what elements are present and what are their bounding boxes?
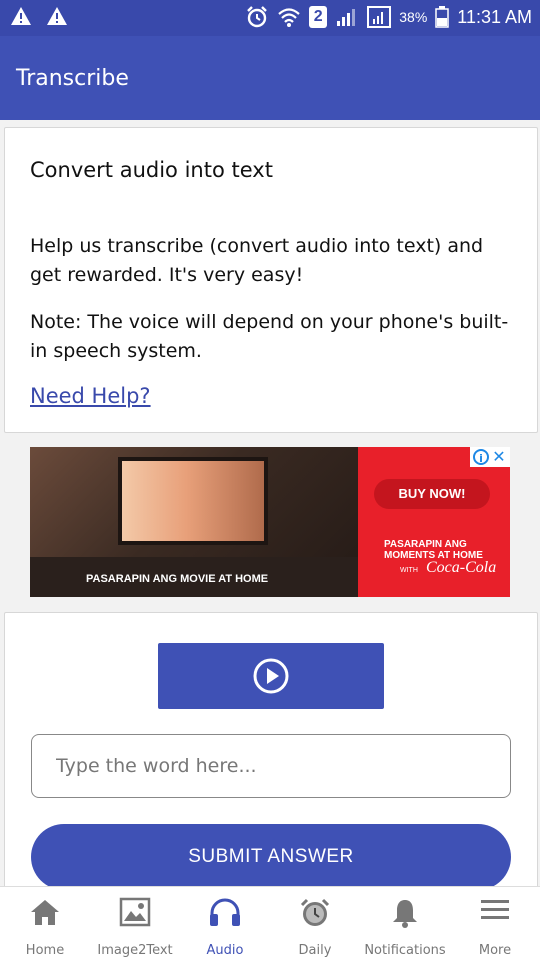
headphones-icon (210, 898, 240, 926)
ad-brand-logo: Coca-Cola (426, 559, 497, 576)
warning-icon (47, 7, 67, 25)
image-icon (119, 897, 151, 927)
bell-icon (393, 900, 417, 928)
ad-with-text: WITH (400, 567, 418, 574)
status-bar: 2 38% 11:31 AM (0, 0, 540, 36)
ad-buy-now-button[interactable]: BUY NOW! (374, 479, 490, 509)
need-help-link[interactable]: Need Help? (30, 384, 151, 408)
clock: 11:31 AM (457, 6, 532, 27)
nav-label-notifications: Notifications (364, 943, 446, 958)
signal-icon (337, 9, 356, 26)
signal-box-icon (367, 6, 392, 28)
sim-indicator: 2 (309, 6, 328, 28)
ad-tagline-line1: PASARAPIN ANG (384, 539, 467, 550)
nav-item-home[interactable]: Home (0, 887, 90, 961)
ad-caption: PASARAPIN ANG MOVIE AT HOME (86, 573, 269, 585)
menu-icon (481, 900, 509, 919)
nav-label-home: Home (25, 943, 65, 958)
intro-card: Convert audio into text Help us transcri… (4, 127, 538, 433)
ad-info-icon[interactable]: i (473, 449, 489, 465)
ad-banner[interactable]: PASARAPIN ANG MOVIE AT HOME BUY NOW! PAS… (30, 447, 510, 597)
alarm-clock-icon (300, 898, 330, 926)
play-audio-button[interactable] (158, 643, 384, 709)
battery-icon (435, 6, 450, 28)
alarm-icon (247, 6, 268, 28)
intro-note: Note: The voice will depend on your phon… (30, 311, 509, 362)
word-input[interactable] (31, 734, 511, 798)
submit-answer-button[interactable]: SUBMIT ANSWER (31, 824, 511, 890)
nav-item-more[interactable]: More (450, 887, 540, 961)
page-title: Transcribe (16, 66, 129, 91)
nav-item-image2text[interactable]: Image2Text (90, 887, 180, 961)
nav-label-more: More (478, 943, 512, 958)
nav-item-notifications[interactable]: Notifications (360, 887, 450, 961)
nav-item-audio[interactable]: Audio (180, 887, 270, 961)
warning-icon (11, 7, 31, 25)
status-left (10, 6, 68, 26)
ad-tagline: PASARAPIN ANG MOMENTS AT HOME (384, 539, 483, 561)
app-bar: Transcribe (0, 36, 540, 120)
answer-card: SUBMIT ANSWER (4, 612, 538, 914)
status-right: 2 38% 11:31 AM (245, 5, 532, 29)
nav-label-image2text: Image2Text (97, 943, 173, 958)
bottom-nav: Home Image2Text Audio Daily Notification… (0, 886, 540, 961)
play-circle-icon (253, 658, 289, 694)
ad-tv-image (118, 457, 268, 545)
nav-label-daily: Daily (298, 943, 332, 958)
ad-controls: i ✕ (470, 447, 510, 467)
wifi-icon (278, 8, 300, 27)
nav-item-daily[interactable]: Daily (270, 887, 360, 961)
battery-percent: 38% (399, 9, 428, 25)
intro-title: Convert audio into text (30, 158, 273, 182)
home-icon (31, 900, 59, 925)
ad-photo: PASARAPIN ANG MOVIE AT HOME (30, 447, 360, 597)
intro-body: Help us transcribe (convert audio into t… (30, 235, 484, 286)
nav-label-audio: Audio (206, 943, 244, 958)
ad-close-icon[interactable]: ✕ (491, 449, 507, 465)
